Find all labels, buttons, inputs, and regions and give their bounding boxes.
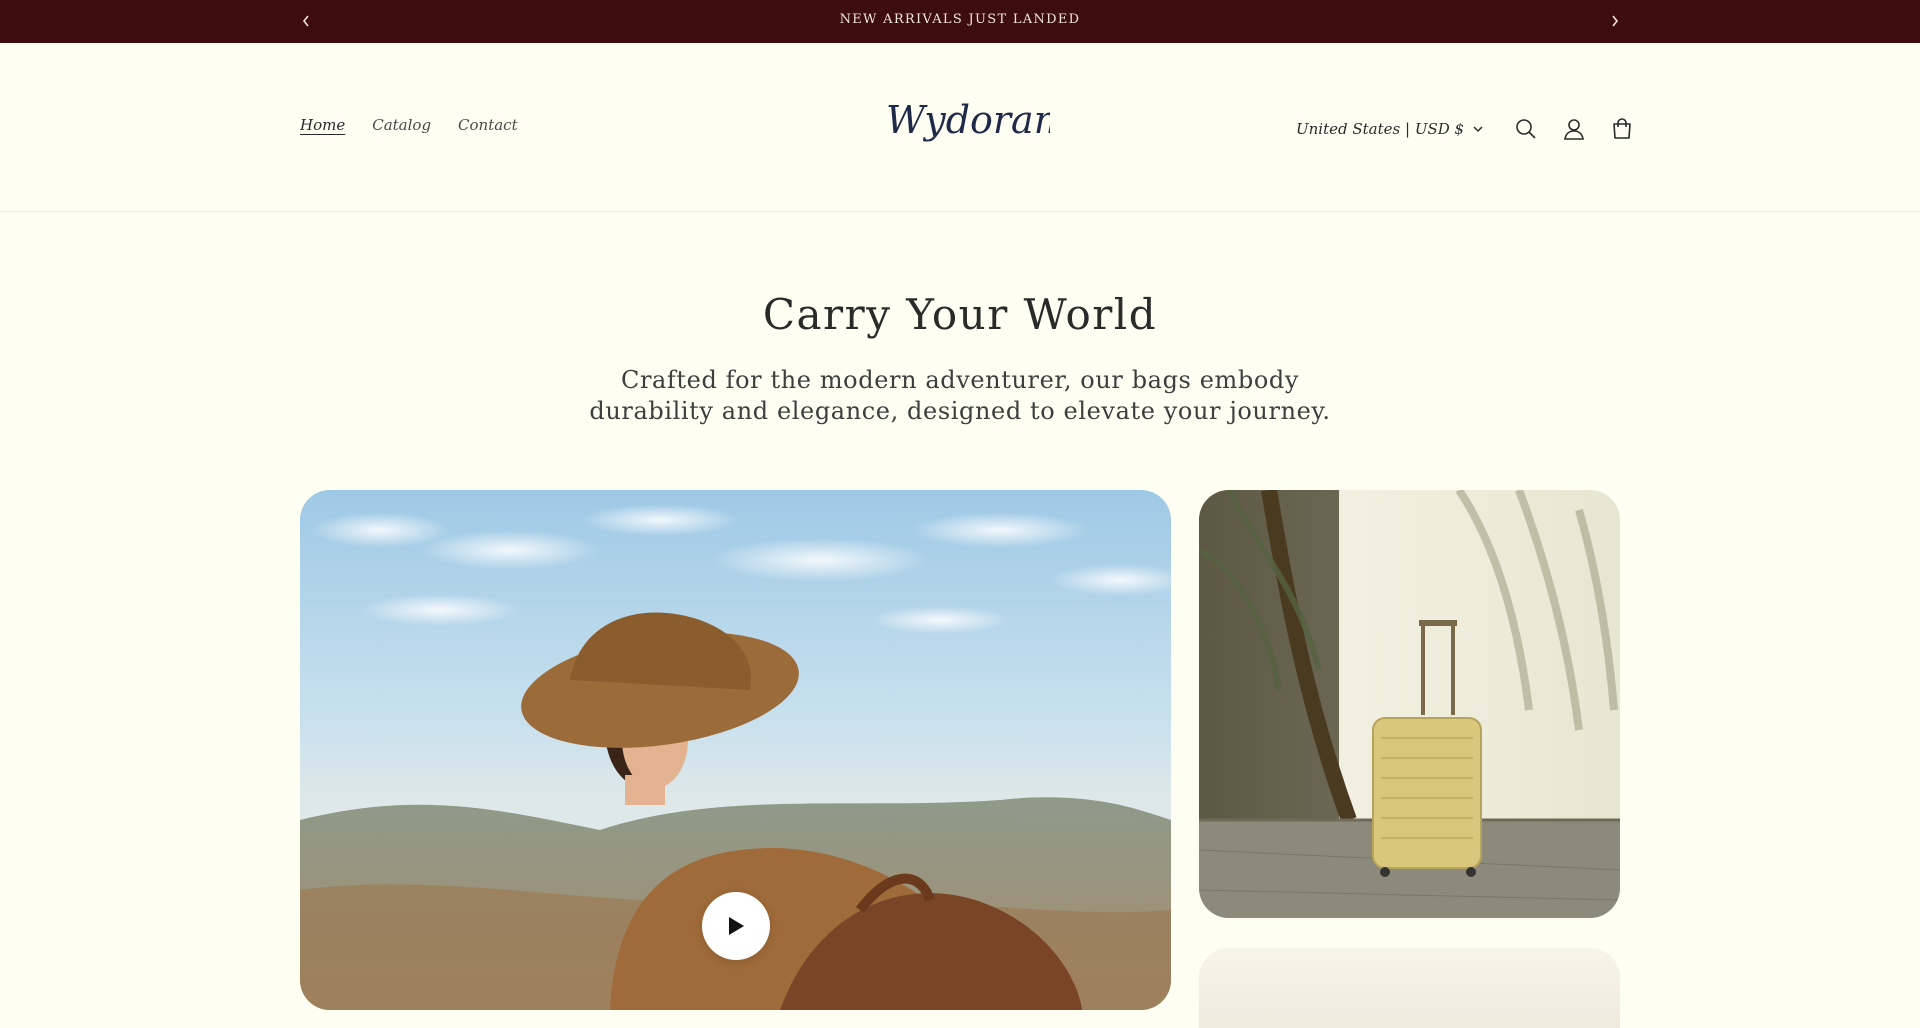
nav-home[interactable]: Home — [300, 116, 345, 134]
chevron-right-icon[interactable] — [1603, 9, 1627, 33]
country-selector-label: United States | USD $ — [1296, 120, 1465, 138]
account-icon[interactable] — [1550, 105, 1598, 153]
country-selector[interactable]: United States | USD $ — [1296, 120, 1484, 138]
announcement-bar: NEW ARRIVALS JUST LANDED — [0, 0, 1920, 43]
site-header: Home Catalog Contact Wydoramy United Sta… — [0, 43, 1920, 212]
main-nav: Home Catalog Contact — [300, 116, 518, 134]
hero-subtitle: Crafted for the modern adventurer, our b… — [589, 366, 1331, 425]
nav-catalog[interactable]: Catalog — [372, 116, 431, 134]
secondary-image[interactable] — [1199, 948, 1620, 1028]
play-icon — [729, 917, 744, 935]
search-icon[interactable] — [1502, 105, 1550, 153]
hero-title: Carry Your World — [762, 290, 1158, 339]
cart-icon[interactable] — [1598, 105, 1646, 153]
logo-text: Wydoramy — [886, 98, 1050, 142]
chevron-down-icon — [1473, 126, 1483, 133]
play-button[interactable] — [702, 892, 770, 960]
suitcase-image[interactable] — [1199, 490, 1620, 918]
brand-logo[interactable]: Wydoramy — [880, 91, 1092, 151]
announcement-text: NEW ARRIVALS JUST LANDED — [839, 12, 1081, 27]
header-actions: United States | USD $ — [1296, 105, 1646, 153]
nav-contact[interactable]: Contact — [458, 116, 518, 134]
